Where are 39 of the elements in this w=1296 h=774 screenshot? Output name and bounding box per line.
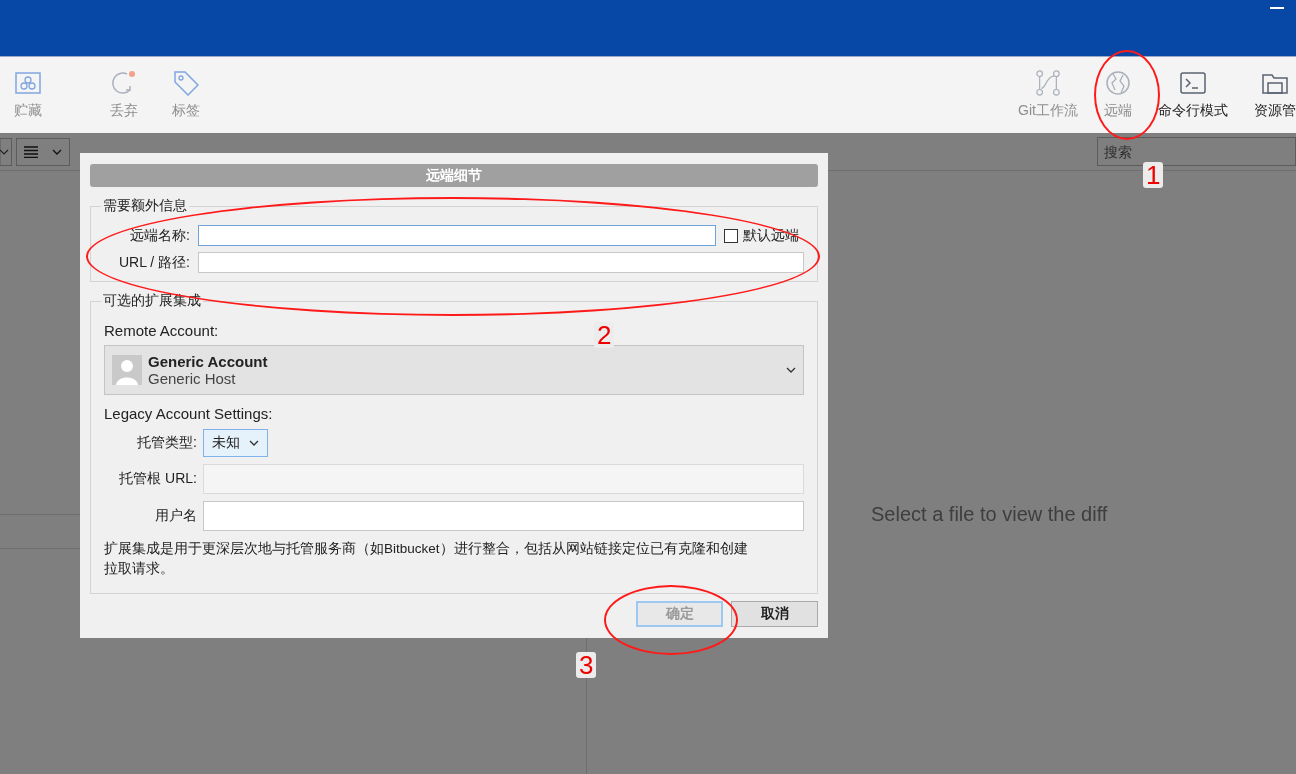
field-label: 远端名称: (129, 226, 190, 245)
account-dropdown[interactable]: Generic Account Generic Host (104, 345, 804, 395)
dialog-title: 远端细节 (90, 164, 818, 187)
remote-name-field[interactable] (198, 225, 716, 246)
host-type-select[interactable]: 未知 (203, 429, 268, 457)
search-field[interactable]: 搜索 (1097, 137, 1296, 166)
field-label: 托管根 URL: (118, 470, 197, 488)
dropdown-caret-icon[interactable] (0, 137, 12, 166)
globe-icon (1105, 70, 1131, 96)
field-label: 托管类型: (136, 434, 197, 452)
field-label: URL / 路径: (117, 253, 190, 272)
checkbox-square[interactable] (724, 228, 738, 243)
branch-flow-icon (1035, 70, 1062, 96)
group-legend: 需要额外信息 (101, 197, 189, 215)
tag-icon (173, 70, 199, 96)
empty-diff-message: Select a file to view the diff (871, 503, 1108, 527)
refresh-icon (111, 70, 137, 96)
remote-account-label: Remote Account: (104, 322, 219, 339)
integration-note: 扩展集成是用于更深层次地与托管服务商（如Bitbucket）进行整合，包括从网站链接定位已有克隆和创建拉取请求。 (104, 540, 749, 578)
dialog-button[interactable]: 取消 (731, 601, 818, 627)
minimize-icon[interactable] (1270, 6, 1284, 10)
annotation-number: 1 (1143, 162, 1164, 188)
annotation-number: 2 (594, 322, 615, 348)
chevron-down-icon (52, 148, 62, 155)
toolbar-button[interactable]: 资源管 (1248, 57, 1296, 133)
view-mode-dropdown[interactable] (16, 137, 70, 166)
url-field[interactable] (198, 252, 804, 273)
annotation-number: 3 (576, 652, 597, 678)
terminal-icon (1180, 70, 1206, 96)
field-label: 用户名 (154, 507, 197, 525)
legacy-settings-label: Legacy Account Settings: (104, 405, 273, 422)
account-name: Generic Account (148, 353, 269, 370)
username-field[interactable] (203, 501, 804, 531)
toolbar-button[interactable]: 命令行模式 (1152, 57, 1234, 133)
list-icon (24, 145, 38, 158)
avatar-icon (112, 355, 142, 385)
account-host: Generic Host (148, 370, 237, 387)
chevron-down-icon (786, 367, 796, 373)
chevron-down-icon (248, 440, 259, 446)
